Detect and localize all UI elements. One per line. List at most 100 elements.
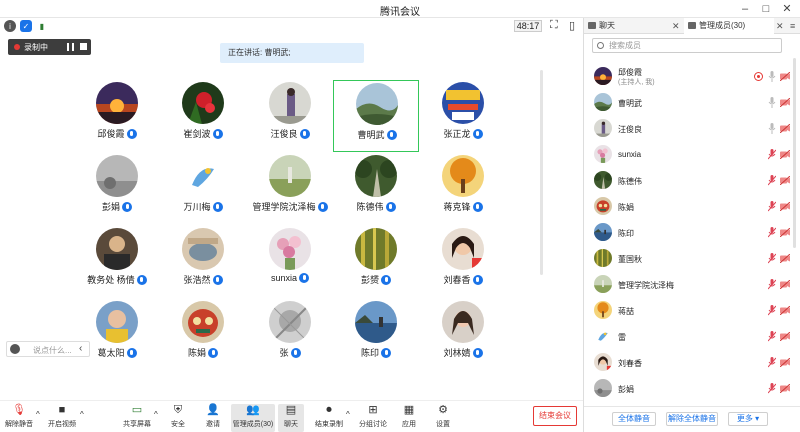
member-row[interactable]: 雷	[584, 324, 794, 350]
close-icon[interactable]: ✕	[780, 2, 794, 16]
tab-members[interactable]: 管理成员(30)	[684, 18, 774, 34]
emoji-icon[interactable]	[10, 344, 20, 354]
member-row[interactable]: 蒋喆	[584, 298, 794, 324]
mute-all-button[interactable]: 全体静音	[612, 412, 656, 426]
participant-tile[interactable]: 曹明武	[333, 80, 419, 152]
camera-off-icon[interactable]	[779, 331, 791, 342]
apps-button[interactable]: ▦ 应用	[398, 404, 420, 432]
member-row[interactable]: 邱俊霞 (主持人, 我)	[584, 64, 794, 90]
participant-tile[interactable]: 邱俊霞	[74, 80, 160, 152]
tab-chat[interactable]: 聊天	[588, 18, 668, 34]
end-recording-button[interactable]: ⏺ 结束录制	[313, 404, 345, 432]
participant-tile[interactable]: sunxia	[247, 226, 333, 298]
participant-tile[interactable]: 张	[247, 299, 333, 371]
mic-off-icon[interactable]	[767, 305, 777, 316]
chevron-up-icon[interactable]: ^	[346, 410, 350, 419]
participant-tile[interactable]: 刘林婧	[420, 299, 506, 371]
mic-off-icon[interactable]	[767, 227, 777, 238]
pause-icon[interactable]	[67, 43, 74, 51]
participant-tile[interactable]: 张浩然	[160, 226, 246, 298]
participant-tile[interactable]: 彭赟	[333, 226, 419, 298]
info-icon[interactable]: i	[4, 20, 16, 32]
member-row[interactable]: 陈印	[584, 220, 794, 246]
start-video-button[interactable]: ■ 开启视频	[46, 404, 78, 432]
participant-tile[interactable]: 陈印	[333, 299, 419, 371]
breakout-button[interactable]: ⊞ 分组讨论	[356, 404, 390, 432]
close-icon[interactable]: ✕	[672, 18, 680, 34]
mic-off-icon[interactable]	[767, 175, 777, 186]
member-name: 雷	[618, 333, 626, 342]
camera-off-icon[interactable]	[779, 357, 791, 368]
camera-off-icon[interactable]	[779, 123, 791, 134]
stop-icon[interactable]	[80, 43, 87, 50]
shield-icon[interactable]: ✓	[20, 20, 32, 32]
chat-button[interactable]: ▤ 聊天	[278, 404, 304, 432]
camera-off-icon[interactable]	[779, 279, 791, 290]
member-list-scrollbar[interactable]	[793, 58, 796, 248]
chat-input[interactable]: 说点什么... ‹	[6, 341, 90, 357]
member-row[interactable]: 董国秋	[584, 246, 794, 272]
mic-off-icon[interactable]	[767, 253, 777, 264]
participant-tile[interactable]: 陈娟	[160, 299, 246, 371]
participant-tile[interactable]: 葛太阳	[74, 299, 160, 371]
chevron-up-icon[interactable]: ^	[36, 410, 40, 419]
settings-button[interactable]: ⚙ 设置	[432, 404, 454, 432]
participant-tile[interactable]: 刘春香	[420, 226, 506, 298]
minimize-icon[interactable]: –	[738, 2, 752, 16]
mic-icon[interactable]	[768, 71, 776, 82]
participant-tile[interactable]: 张正龙	[420, 80, 506, 152]
unmute-button[interactable]: 🎙 解除静音	[4, 404, 34, 432]
camera-off-icon[interactable]	[779, 175, 791, 186]
mic-off-icon[interactable]	[767, 149, 777, 160]
chevron-left-icon[interactable]: ‹	[79, 343, 82, 354]
participant-tile[interactable]: 管理学院沈泽梅	[247, 153, 333, 225]
end-meeting-button[interactable]: 结束会议	[533, 406, 577, 426]
member-row[interactable]: 汪俊良	[584, 116, 794, 142]
layout-icon[interactable]: ▯	[569, 19, 575, 32]
participant-tile[interactable]: 彭娟	[74, 153, 160, 225]
mic-off-icon[interactable]	[767, 279, 777, 290]
unmute-all-button[interactable]: 解除全体静音	[666, 412, 718, 426]
camera-off-icon[interactable]	[779, 97, 791, 108]
chevron-up-icon[interactable]: ^	[80, 410, 84, 419]
signal-icon[interactable]: ▮	[36, 20, 48, 32]
maximize-icon[interactable]: □	[759, 2, 773, 16]
mic-icon[interactable]	[768, 97, 776, 108]
close-icon[interactable]: ✕	[776, 18, 784, 34]
menu-icon[interactable]: ≡	[790, 18, 795, 34]
grid-scrollbar[interactable]	[540, 70, 543, 275]
member-row[interactable]: 彭娟	[584, 376, 794, 402]
camera-off-icon[interactable]	[779, 305, 791, 316]
member-row[interactable]: 曹明武	[584, 90, 794, 116]
participant-tile[interactable]: 崔剑波	[160, 80, 246, 152]
participant-tile[interactable]: 教务处 杨倩	[74, 226, 160, 298]
camera-off-icon[interactable]	[779, 201, 791, 212]
camera-off-icon[interactable]	[779, 383, 791, 394]
mic-off-icon[interactable]	[767, 201, 777, 212]
security-button[interactable]: ⛨ 安全	[166, 404, 190, 432]
mic-icon[interactable]	[768, 123, 776, 134]
participant-tile[interactable]: 蒋克锋	[420, 153, 506, 225]
member-row[interactable]: 刘春香	[584, 350, 794, 376]
share-screen-button[interactable]: ▭ 共享屏幕	[121, 404, 153, 432]
camera-off-icon[interactable]	[779, 149, 791, 160]
participant-tile[interactable]: 汪俊良	[247, 80, 333, 152]
camera-off-icon[interactable]	[779, 71, 791, 82]
member-row[interactable]: 陈德伟	[584, 168, 794, 194]
mic-off-icon[interactable]	[767, 331, 777, 342]
member-row[interactable]: sunxia	[584, 142, 794, 168]
participant-tile[interactable]: 陈德伟	[333, 153, 419, 225]
member-search-input[interactable]: 搜索成员	[592, 38, 782, 53]
invite-button[interactable]: 👤 邀请	[200, 404, 226, 432]
chevron-up-icon[interactable]: ^	[154, 410, 158, 419]
fullscreen-icon[interactable]: ⛶	[550, 19, 558, 32]
mic-off-icon[interactable]	[767, 383, 777, 394]
member-row[interactable]: 陈娟	[584, 194, 794, 220]
participant-tile[interactable]: 万川梅	[160, 153, 246, 225]
more-button[interactable]: 更多 ▾	[728, 412, 768, 426]
manage-members-button[interactable]: 👥 管理成员(30)	[231, 404, 275, 432]
member-row[interactable]: 管理学院沈泽梅	[584, 272, 794, 298]
camera-off-icon[interactable]	[779, 227, 791, 238]
mic-off-icon[interactable]	[767, 357, 777, 368]
camera-off-icon[interactable]	[779, 253, 791, 264]
